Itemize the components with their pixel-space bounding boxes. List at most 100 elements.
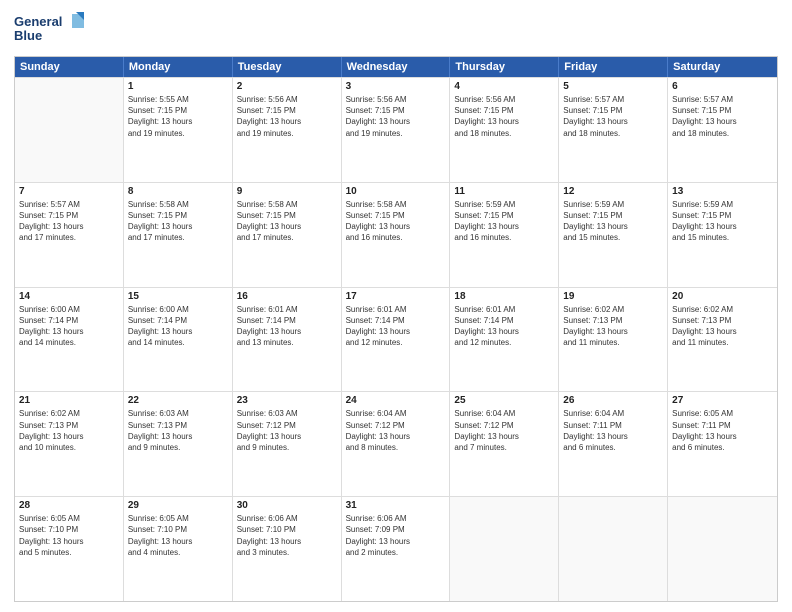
day-number-21: 21 [19, 395, 119, 406]
day-cell-30: 30 Sunrise: 6:06 AM Sunset: 7:10 PM Dayli… [233, 497, 342, 601]
empty-cell-w4-6 [668, 497, 777, 601]
day-number-26: 26 [563, 395, 663, 406]
day-cell-5: 5 Sunrise: 5:57 AM Sunset: 7:15 PM Daylig… [559, 78, 668, 182]
header-day-tuesday: Tuesday [233, 57, 342, 77]
week-row-1: 1 Sunrise: 5:55 AM Sunset: 7:15 PM Daylig… [15, 77, 777, 182]
day-info-28: Sunrise: 6:05 AM Sunset: 7:10 PM Dayligh… [19, 513, 119, 558]
day-number-27: 27 [672, 395, 773, 406]
day-info-10: Sunrise: 5:58 AM Sunset: 7:15 PM Dayligh… [346, 199, 446, 244]
calendar: SundayMondayTuesdayWednesdayThursdayFrid… [14, 56, 778, 602]
empty-cell-w0-0 [15, 78, 124, 182]
day-info-4: Sunrise: 5:56 AM Sunset: 7:15 PM Dayligh… [454, 94, 554, 139]
day-number-12: 12 [563, 186, 663, 197]
day-cell-1: 1 Sunrise: 5:55 AM Sunset: 7:15 PM Daylig… [124, 78, 233, 182]
page-header: General Blue [14, 10, 778, 50]
day-cell-3: 3Sunrise: 5:56 AM Sunset: 7:15 PM Daylig… [342, 78, 451, 182]
day-info-27: Sunrise: 6:05 AM Sunset: 7:11 PM Dayligh… [672, 408, 773, 453]
day-cell-24: 24 Sunrise: 6:04 AM Sunset: 7:12 PM Dayli… [342, 392, 451, 496]
day-cell-9: 9 Sunrise: 5:58 AM Sunset: 7:15 PM Daylig… [233, 183, 342, 287]
day-info-20: Sunrise: 6:02 AM Sunset: 7:13 PM Dayligh… [672, 304, 773, 349]
day-number-24: 24 [346, 395, 446, 406]
day-number-7: 7 [19, 186, 119, 197]
day-number-17: 17 [346, 291, 446, 302]
day-info-31: Sunrise: 6:06 AM Sunset: 7:09 PM Dayligh… [346, 513, 446, 558]
day-info-18: Sunrise: 6:01 AM Sunset: 7:14 PM Dayligh… [454, 304, 554, 349]
day-number-5: 5 [563, 81, 663, 92]
day-cell-26: 26 Sunrise: 6:04 AM Sunset: 7:11 PM Dayli… [559, 392, 668, 496]
day-cell-12: 12 Sunrise: 5:59 AM Sunset: 7:15 PM Dayli… [559, 183, 668, 287]
day-cell-11: 11Sunrise: 5:59 AM Sunset: 7:15 PM Dayli… [450, 183, 559, 287]
logo: General Blue [14, 10, 84, 50]
day-info-22: Sunrise: 6:03 AM Sunset: 7:13 PM Dayligh… [128, 408, 228, 453]
day-info-9: Sunrise: 5:58 AM Sunset: 7:15 PM Dayligh… [237, 199, 337, 244]
day-number-28: 28 [19, 500, 119, 511]
day-number-10: 10 [346, 186, 446, 197]
day-cell-4: 4 Sunrise: 5:56 AM Sunset: 7:15 PM Daylig… [450, 78, 559, 182]
day-info-7: Sunrise: 5:57 AM Sunset: 7:15 PM Dayligh… [19, 199, 119, 244]
day-number-4: 4 [454, 81, 554, 92]
day-info-24: Sunrise: 6:04 AM Sunset: 7:12 PM Dayligh… [346, 408, 446, 453]
day-info-6: Sunrise: 5:57 AM Sunset: 7:15 PM Dayligh… [672, 94, 773, 139]
day-number-18: 18 [454, 291, 554, 302]
day-info-2: Sunrise: 5:56 AM Sunset: 7:15 PM Dayligh… [237, 94, 337, 139]
day-cell-8: 8 Sunrise: 5:58 AM Sunset: 7:15 PM Daylig… [124, 183, 233, 287]
day-number-20: 20 [672, 291, 773, 302]
day-info-30: Sunrise: 6:06 AM Sunset: 7:10 PM Dayligh… [237, 513, 337, 558]
day-cell-17: 17 Sunrise: 6:01 AM Sunset: 7:14 PM Dayli… [342, 288, 451, 392]
day-number-22: 22 [128, 395, 228, 406]
day-number-16: 16 [237, 291, 337, 302]
svg-text:Blue: Blue [14, 28, 42, 43]
day-cell-31: 31Sunrise: 6:06 AM Sunset: 7:09 PM Dayli… [342, 497, 451, 601]
empty-cell-w4-4 [450, 497, 559, 601]
day-cell-28: 28 Sunrise: 6:05 AM Sunset: 7:10 PM Dayli… [15, 497, 124, 601]
day-cell-29: 29 Sunrise: 6:05 AM Sunset: 7:10 PM Dayli… [124, 497, 233, 601]
day-info-21: Sunrise: 6:02 AM Sunset: 7:13 PM Dayligh… [19, 408, 119, 453]
day-cell-2: 2 Sunrise: 5:56 AM Sunset: 7:15 PM Daylig… [233, 78, 342, 182]
day-number-6: 6 [672, 81, 773, 92]
day-info-1: Sunrise: 5:55 AM Sunset: 7:15 PM Dayligh… [128, 94, 228, 139]
day-number-2: 2 [237, 81, 337, 92]
day-info-19: Sunrise: 6:02 AM Sunset: 7:13 PM Dayligh… [563, 304, 663, 349]
day-cell-15: 15Sunrise: 6:00 AM Sunset: 7:14 PM Dayli… [124, 288, 233, 392]
day-number-23: 23 [237, 395, 337, 406]
day-info-5: Sunrise: 5:57 AM Sunset: 7:15 PM Dayligh… [563, 94, 663, 139]
day-info-12: Sunrise: 5:59 AM Sunset: 7:15 PM Dayligh… [563, 199, 663, 244]
day-cell-16: 16 Sunrise: 6:01 AM Sunset: 7:14 PM Dayli… [233, 288, 342, 392]
day-info-13: Sunrise: 5:59 AM Sunset: 7:15 PM Dayligh… [672, 199, 773, 244]
day-cell-25: 25Sunrise: 6:04 AM Sunset: 7:12 PM Dayli… [450, 392, 559, 496]
header-day-sunday: Sunday [15, 57, 124, 77]
day-info-8: Sunrise: 5:58 AM Sunset: 7:15 PM Dayligh… [128, 199, 228, 244]
day-number-9: 9 [237, 186, 337, 197]
day-cell-19: 19 Sunrise: 6:02 AM Sunset: 7:13 PM Dayli… [559, 288, 668, 392]
week-row-2: 7 Sunrise: 5:57 AM Sunset: 7:15 PM Daylig… [15, 182, 777, 287]
day-cell-27: 27 Sunrise: 6:05 AM Sunset: 7:11 PM Dayli… [668, 392, 777, 496]
day-info-17: Sunrise: 6:01 AM Sunset: 7:14 PM Dayligh… [346, 304, 446, 349]
week-row-4: 21 Sunrise: 6:02 AM Sunset: 7:13 PM Dayli… [15, 391, 777, 496]
day-number-19: 19 [563, 291, 663, 302]
day-cell-22: 22 Sunrise: 6:03 AM Sunset: 7:13 PM Dayli… [124, 392, 233, 496]
day-number-1: 1 [128, 81, 228, 92]
day-number-29: 29 [128, 500, 228, 511]
day-info-25: Sunrise: 6:04 AM Sunset: 7:12 PM Dayligh… [454, 408, 554, 453]
day-cell-14: 14Sunrise: 6:00 AM Sunset: 7:14 PM Dayli… [15, 288, 124, 392]
logo-svg: General Blue [14, 10, 84, 50]
day-number-30: 30 [237, 500, 337, 511]
day-number-3: 3 [346, 81, 446, 92]
day-info-16: Sunrise: 6:01 AM Sunset: 7:14 PM Dayligh… [237, 304, 337, 349]
day-cell-6: 6 Sunrise: 5:57 AM Sunset: 7:15 PM Daylig… [668, 78, 777, 182]
week-row-5: 28 Sunrise: 6:05 AM Sunset: 7:10 PM Dayli… [15, 496, 777, 601]
calendar-body: 1 Sunrise: 5:55 AM Sunset: 7:15 PM Daylig… [15, 77, 777, 601]
day-number-8: 8 [128, 186, 228, 197]
day-number-13: 13 [672, 186, 773, 197]
day-cell-20: 20 Sunrise: 6:02 AM Sunset: 7:13 PM Dayli… [668, 288, 777, 392]
day-info-29: Sunrise: 6:05 AM Sunset: 7:10 PM Dayligh… [128, 513, 228, 558]
empty-cell-w4-5 [559, 497, 668, 601]
header-day-thursday: Thursday [450, 57, 559, 77]
header-day-monday: Monday [124, 57, 233, 77]
day-info-14: Sunrise: 6:00 AM Sunset: 7:14 PM Dayligh… [19, 304, 119, 349]
day-cell-7: 7 Sunrise: 5:57 AM Sunset: 7:15 PM Daylig… [15, 183, 124, 287]
week-row-3: 14Sunrise: 6:00 AM Sunset: 7:14 PM Dayli… [15, 287, 777, 392]
day-info-11: Sunrise: 5:59 AM Sunset: 7:15 PM Dayligh… [454, 199, 554, 244]
day-info-26: Sunrise: 6:04 AM Sunset: 7:11 PM Dayligh… [563, 408, 663, 453]
header-day-friday: Friday [559, 57, 668, 77]
